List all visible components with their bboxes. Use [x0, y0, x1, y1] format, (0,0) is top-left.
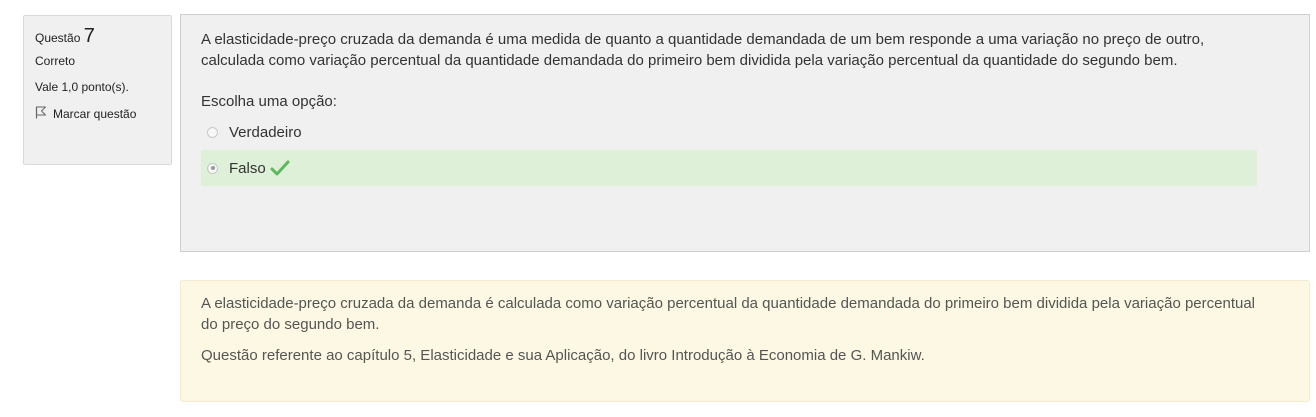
- answer-options: Verdadeiro Falso: [201, 114, 1289, 186]
- question-grade: Vale 1,0 ponto(s).: [35, 80, 129, 94]
- question-label: Questão: [35, 31, 81, 45]
- feedback-reference: Questão referente ao capítulo 5, Elastic…: [201, 347, 925, 364]
- check-icon: [270, 160, 290, 176]
- option-label: Falso: [229, 159, 266, 177]
- question-number-value: 7: [83, 25, 95, 47]
- flag-icon: [35, 106, 53, 122]
- feedback-explanation: A elasticidade-preço cruzada da demanda …: [201, 295, 1256, 333]
- flag-question-label: Marcar questão: [53, 107, 137, 121]
- radio-verdadeiro[interactable]: [207, 126, 218, 138]
- option-verdadeiro[interactable]: Verdadeiro: [201, 114, 1257, 150]
- feedback-panel: A elasticidade-preço cruzada da demanda …: [180, 280, 1310, 402]
- flag-question-button[interactable]: Marcar questão: [35, 106, 171, 122]
- option-label: Verdadeiro: [229, 123, 302, 141]
- question-info-panel: Questão 7 Correto Vale 1,0 ponto(s). Mar…: [23, 15, 172, 165]
- question-formulation: A elasticidade-preço cruzada da demanda …: [180, 14, 1310, 252]
- question-text: A elasticidade-preço cruzada da demanda …: [201, 31, 1205, 69]
- question-number: Questão 7: [35, 26, 171, 48]
- option-falso[interactable]: Falso: [201, 150, 1257, 186]
- answer-prompt: Escolha uma opção:: [201, 93, 337, 110]
- question-state: Correto: [35, 54, 76, 68]
- radio-falso[interactable]: [207, 162, 218, 174]
